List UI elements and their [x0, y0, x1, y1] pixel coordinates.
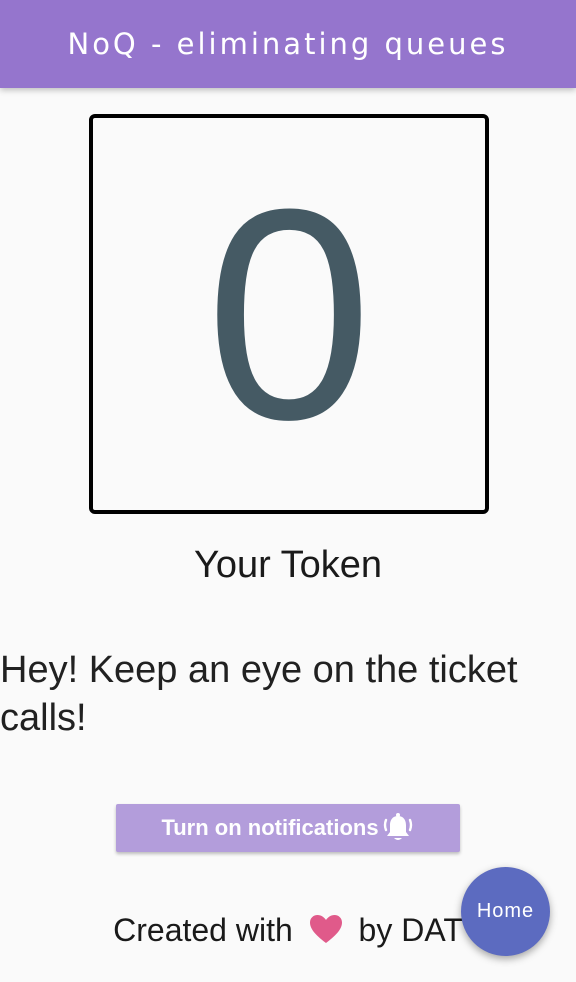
heart-icon: [308, 913, 344, 945]
footer-prefix: Created with: [113, 912, 293, 948]
home-fab-button[interactable]: Home: [461, 867, 550, 956]
turn-on-notifications-button[interactable]: Turn on notifications: [116, 804, 460, 852]
info-message: Hey! Keep an eye on the ticket calls!: [0, 649, 518, 739]
token-label: Your Token: [193, 544, 383, 586]
bell-ringing-icon: [381, 811, 415, 845]
app-bar: NoQ - eliminating queues: [0, 0, 576, 88]
notify-button-label: Turn on notifications: [161, 815, 379, 840]
token-box: 0: [89, 114, 489, 514]
token-number: 0: [205, 146, 373, 482]
app-title: NoQ - eliminating queues: [67, 27, 509, 61]
footer-suffix: by DAT: [358, 912, 463, 948]
